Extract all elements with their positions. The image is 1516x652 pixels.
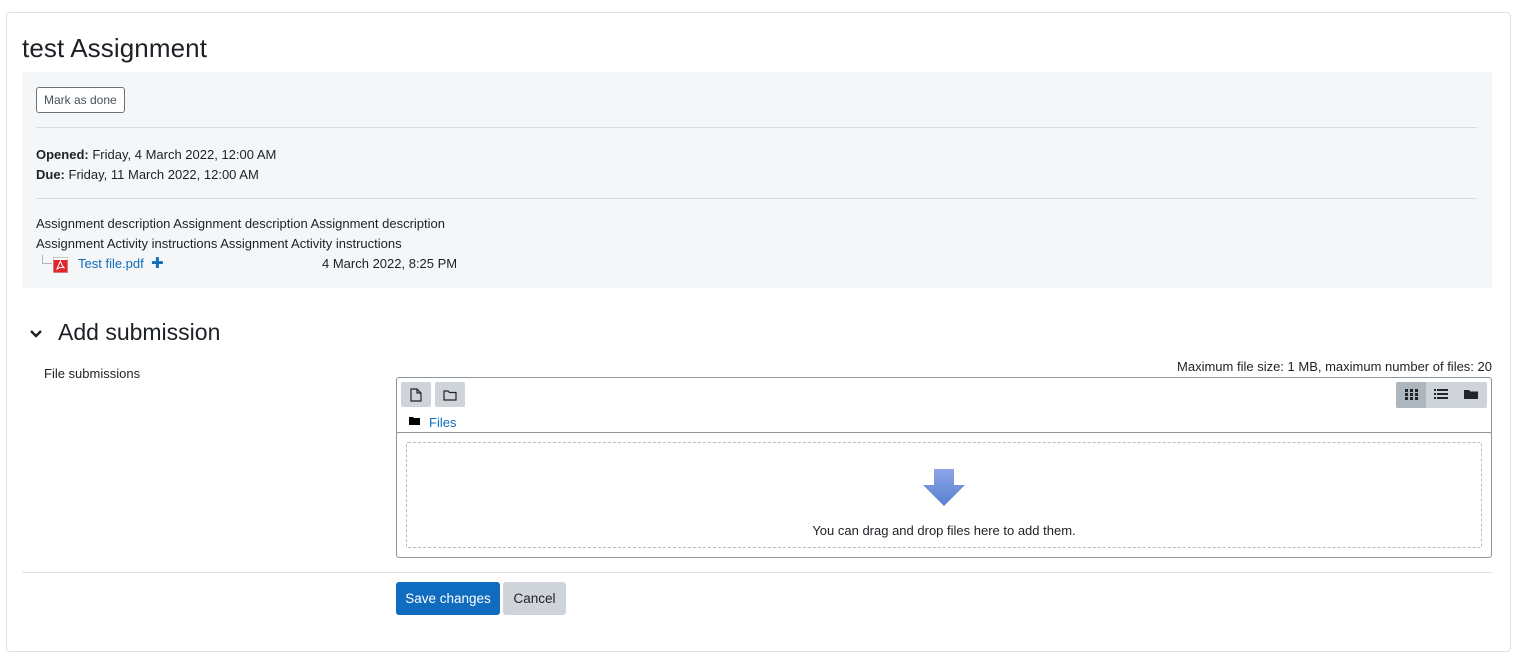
due-label: Due:	[36, 167, 65, 182]
download-arrow-icon	[923, 469, 965, 506]
grid-view-button[interactable]	[1396, 382, 1426, 408]
save-changes-button[interactable]: Save changes	[396, 582, 500, 615]
dropzone-text: You can drag and drop files here to add …	[812, 523, 1076, 538]
tree-connector	[42, 255, 52, 264]
due-value: Friday, 11 March 2022, 12:00 AM	[68, 167, 259, 182]
file-limits-text: Maximum file size: 1 MB, maximum number …	[1177, 359, 1492, 374]
view-mode-group	[1396, 382, 1487, 408]
page-title: test Assignment	[22, 33, 208, 63]
due-date: Due: Friday, 11 March 2022, 12:00 AM	[36, 166, 259, 184]
add-file-icon	[410, 387, 422, 402]
opened-date: Opened: Friday, 4 March 2022, 12:00 AM	[36, 146, 276, 164]
add-submission-toggle[interactable]: Add submission	[28, 318, 268, 350]
pdf-icon	[53, 257, 68, 273]
assignment-description: Assignment description Assignment descri…	[36, 216, 445, 231]
cancel-button[interactable]: Cancel	[503, 582, 566, 615]
file-picker: Files You can drag and drop files here t…	[396, 377, 1492, 558]
add-file-button[interactable]	[401, 382, 431, 407]
opened-value: Friday, 4 March 2022, 12:00 AM	[92, 147, 277, 162]
form-divider	[22, 572, 1492, 573]
opened-label: Opened:	[36, 147, 89, 162]
section-title: Add submission	[58, 319, 221, 345]
mark-as-done-button[interactable]: Mark as done	[36, 87, 125, 113]
create-folder-button[interactable]	[435, 382, 465, 407]
attachment-link[interactable]: Test file.pdf	[78, 256, 144, 271]
grid-view-icon	[1404, 389, 1418, 400]
assignment-instructions: Assignment Activity instructions Assignm…	[36, 236, 402, 251]
attachment-row: Test file.pdf ✚ 4 March 2022, 8:25 PM	[40, 255, 480, 275]
divider	[36, 198, 1477, 199]
files-breadcrumb-link[interactable]: Files	[429, 415, 456, 430]
list-view-icon	[1434, 389, 1448, 399]
list-view-button[interactable]	[1426, 382, 1456, 408]
attachment-date: 4 March 2022, 8:25 PM	[322, 256, 458, 271]
chevron-down-icon	[30, 330, 42, 338]
divider	[36, 127, 1477, 128]
activity-information: Mark as done Opened: Friday, 4 March 202…	[22, 72, 1492, 288]
tree-view-button[interactable]	[1456, 382, 1486, 408]
file-submissions-label: File submissions	[44, 366, 141, 381]
tree-view-icon	[1464, 390, 1478, 399]
plus-icon[interactable]: ✚	[151, 256, 164, 272]
file-picker-toolbar: Files	[397, 378, 1491, 433]
create-folder-icon	[443, 389, 457, 401]
file-dropzone[interactable]: You can drag and drop files here to add …	[406, 442, 1482, 548]
folder-icon	[409, 417, 420, 425]
